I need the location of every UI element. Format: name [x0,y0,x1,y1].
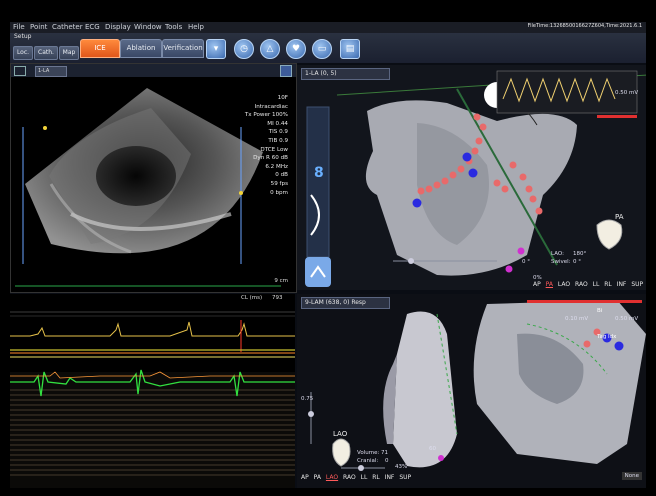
lao-top-label: LAO: [551,251,564,257]
pa-label: PA [615,213,624,221]
swivel-label: Swivel: [551,259,571,265]
collapse-icon[interactable]: ▾ [206,39,226,59]
view-inf-button[interactable]: INF [617,281,627,288]
monitor-icon[interactable]: ▭ [312,39,332,59]
menu-file[interactable]: File [13,23,25,31]
clock-icon[interactable]: ◷ [234,39,254,59]
setup-label[interactable]: Setup [14,33,31,40]
view-sup-button[interactable]: SUP [631,281,643,288]
volume-label: Volume: 71 [357,450,389,456]
ice-info-line: 0 dB [275,172,288,179]
ecg-panel: CL (ms) 793 [10,294,295,488]
menu-window[interactable]: Window [134,23,162,31]
catheter-number: 8 [314,165,324,181]
map-bottom-3d-view [308,300,646,471]
toolbar: Setup Loc. Cath. Map ICE Ablation Verifi… [10,33,646,63]
view-rao-button[interactable]: RAO [575,281,588,288]
menu-help[interactable]: Help [188,23,204,31]
map-button[interactable]: Map [59,46,79,60]
view-lao-button[interactable]: LAO [558,281,570,288]
ice-info-line: 10F [277,95,288,101]
app-window: File Point Catheter ECG Display Window T… [10,22,646,488]
view-sup-button[interactable]: SUP [399,474,411,481]
tag-idx-label: Tag Idx [597,334,617,340]
map-panel-bottom: 9-LAM (638, 0) Resp Bi 0.10 mV 0.50 mV T… [297,294,646,488]
loc-button[interactable]: Loc. [13,46,33,60]
view-ll-button[interactable]: LL [361,474,368,481]
view-ap-button[interactable]: AP [301,474,309,481]
ice-info-line: Intracardiac [254,103,288,110]
view-ll-button[interactable]: LL [593,281,600,288]
view-pa-button[interactable]: PA [546,281,553,288]
ice-info-line: Dyn R 60 dB [253,155,288,162]
value-075: 0.75 [301,396,314,402]
cranial-top-value: 0 ° [522,259,530,265]
status-timestamp: FileTime:1326850016627Z604,Time:2021.6.1 [527,23,642,29]
cath-button[interactable]: Cath. [34,46,58,60]
view-inf-button[interactable]: INF [385,474,395,481]
depth-label: 9 cm [274,278,288,284]
view-lao-button[interactable]: LAO [326,474,338,481]
bi-max-value: 0.50 mV [615,316,639,322]
ice-info-line: 0 bpm [270,189,288,196]
ice-info-line: 6.2 MHz [265,163,288,170]
menu-bar: File Point Catheter ECG Display Window T… [10,22,646,33]
bi-min-value: 0.10 mV [565,316,589,322]
menu-tools[interactable]: Tools [165,23,182,31]
view-rl-button[interactable]: RL [372,474,380,481]
view-buttons-bottom: AP PA LAO RAO LL RL INF SUP [301,474,411,481]
map-top-3d-view [305,70,646,287]
ice-info-line: MI 0.44 [267,120,288,127]
opacity-bottom-value: 43% [395,464,408,470]
menu-catheter[interactable]: Catheter [52,23,83,31]
lao-top-value: 180° [573,251,587,257]
cranial-bottom-value: 0 [385,458,389,464]
view-ap-button[interactable]: AP [533,281,541,288]
tab-ice[interactable]: ICE [80,39,120,58]
ice-info-line: 59 fps [270,180,288,187]
tab-verification[interactable]: Verification [162,39,204,58]
cranial-bottom-label: Cranial: [357,458,379,464]
value-60: 60 [429,446,436,452]
menu-ecg[interactable]: ECG [85,23,100,31]
tab-ablation[interactable]: Ablation [120,39,162,58]
menu-point[interactable]: Point [30,23,47,31]
voltage-top-label: 0.50 mV [615,90,639,96]
ice-info-list: 10F Intracardiac Tx Power 100% MI 0.44 T… [245,94,288,197]
map-panel-top: 1-LA (0, 5) 0.50 mV 8 LAO: 180° Swivel: … [297,65,646,290]
shape-icon[interactable]: △ [260,39,280,59]
none-label[interactable]: None [621,472,642,480]
view-rao-button[interactable]: RAO [343,474,356,481]
bi-label: Bi [597,308,603,314]
view-rl-button[interactable]: RL [604,281,612,288]
heart-icon[interactable]: ♥ [286,39,306,59]
view-pa-button[interactable]: PA [314,474,321,481]
layout-icon[interactable]: ▤ [340,39,360,59]
lao-bottom-label: LAO [333,430,348,438]
ice-info-line: DTCE Low [260,146,288,153]
view-buttons-top: AP PA LAO RAO LL RL INF SUP [533,281,643,288]
ice-info-line: TIB 0.9 [268,137,288,144]
ecg-traces [10,311,295,488]
ice-info-line: Tx Power 100% [244,112,288,119]
swivel-value: 0 ° [573,259,581,265]
ice-panel: 1-LA 10F Intracardiac Tx Power 100% MI 0… [10,63,297,293]
menu-display[interactable]: Display [105,23,131,31]
ice-info-line: TIS 0.9 [268,129,288,136]
